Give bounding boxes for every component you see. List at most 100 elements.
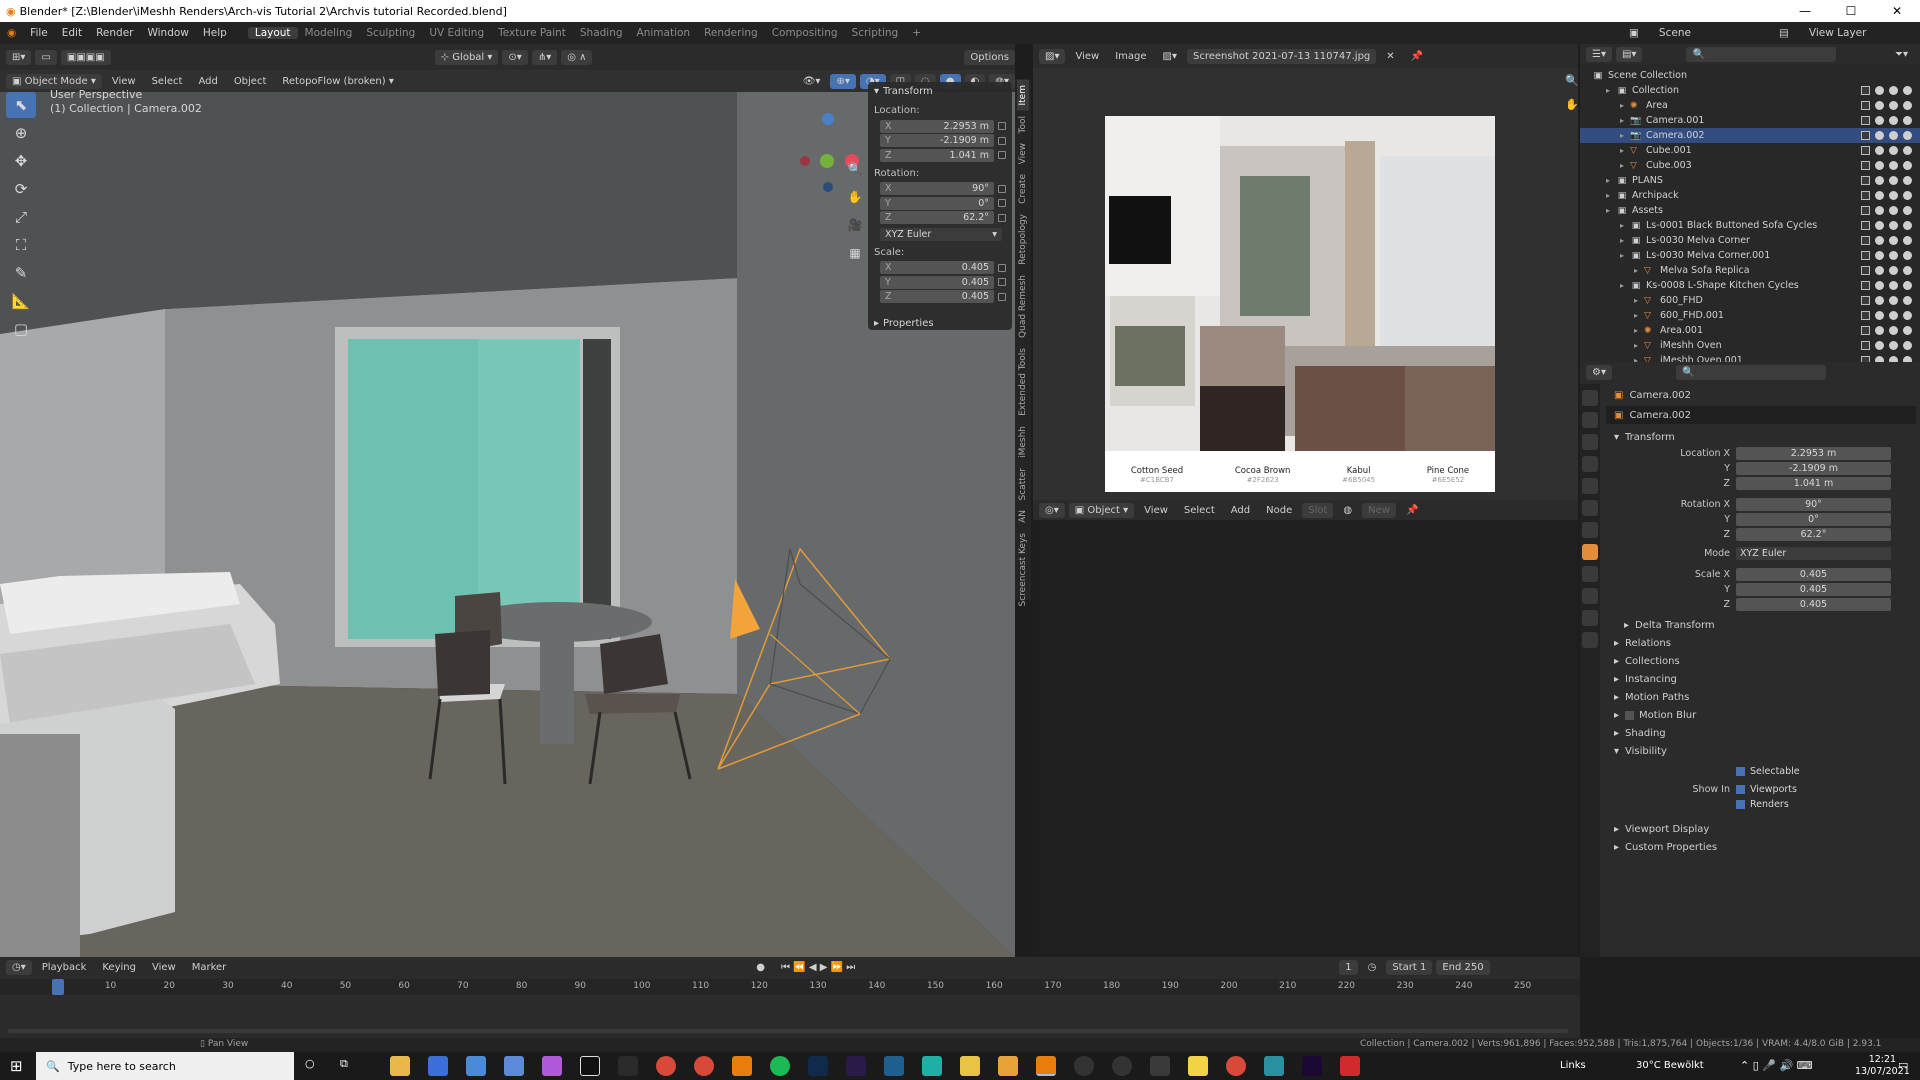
rotation-x-field[interactable]: X 90° (880, 182, 994, 196)
pan-hand-icon[interactable]: ✋ (1565, 98, 1578, 111)
workspace-tab-uv-editing[interactable]: UV Editing (422, 27, 491, 39)
sticky-notes-icon[interactable] (1188, 1056, 1208, 1076)
editor-type-icon[interactable]: ☰▾ (1586, 46, 1612, 62)
location-y-field[interactable]: Y -2.1909 m (880, 134, 994, 148)
app-icon[interactable] (998, 1056, 1018, 1076)
lock-icon[interactable] (998, 122, 1006, 131)
sidebar-tab-tool[interactable]: Tool (1017, 111, 1029, 138)
windows-start-icon[interactable]: ⊞ (10, 1057, 23, 1075)
outliner-row[interactable]: ▸ ▣ Collection (1580, 83, 1920, 98)
lock-icon[interactable] (998, 136, 1006, 145)
calculator-icon[interactable] (466, 1056, 486, 1076)
camera-view-icon[interactable]: 🎥 (840, 212, 870, 238)
workspace-tab-sculpting[interactable]: Sculpting (359, 27, 422, 39)
blender-menu-icon[interactable]: ◉ (0, 27, 23, 39)
expand-arrow-icon[interactable]: ▸ (1634, 341, 1644, 350)
restriction-toggles[interactable] (1861, 101, 1912, 110)
viewports-checkbox[interactable] (1736, 785, 1745, 794)
links-toolbar[interactable]: Links (1560, 1060, 1586, 1071)
expand-arrow-icon[interactable]: ▸ (1634, 296, 1644, 305)
sidebar-tab-screencast-keys[interactable]: Screencast Keys (1017, 528, 1029, 612)
workspace-tab-compositing[interactable]: Compositing (765, 27, 845, 39)
acrobat-icon[interactable] (1340, 1056, 1360, 1076)
restriction-toggles[interactable] (1861, 176, 1912, 185)
image-menu[interactable]: Image (1109, 49, 1152, 64)
outliner-row[interactable]: ▸ ▣ Archipack (1580, 188, 1920, 203)
notion-icon[interactable] (580, 1056, 600, 1076)
restriction-toggles[interactable] (1861, 341, 1912, 350)
app-icon[interactable] (1264, 1056, 1284, 1076)
chrome-icon[interactable] (1226, 1056, 1246, 1076)
end-frame-field[interactable]: End 250 (1436, 959, 1490, 975)
editor-type-icon[interactable]: ⚙▾ (1586, 364, 1612, 380)
sidebar-tab-scatter[interactable]: Scatter (1017, 463, 1029, 505)
transform-tool-icon[interactable]: ⛶ (6, 232, 36, 258)
snap-toggle[interactable]: ⋔▾ (531, 49, 558, 65)
restriction-toggles[interactable] (1861, 161, 1912, 170)
lock-icon[interactable] (998, 278, 1006, 287)
app-icon[interactable] (884, 1056, 904, 1076)
outliner-row[interactable]: ▸ ▣ Assets (1580, 203, 1920, 218)
record-button[interactable]: ● (750, 960, 771, 975)
shader-type-dropdown[interactable]: ▣ Object ▾ (1068, 502, 1135, 518)
delta-transform-section[interactable]: ▸ Delta Transform (1606, 616, 1916, 634)
rotation-x-input[interactable]: 90° (1736, 498, 1891, 511)
visibility-section[interactable]: ▾ Visibility (1606, 742, 1916, 760)
transform-panel-header[interactable]: ▾ Transform (874, 86, 1006, 97)
restriction-toggles[interactable] (1861, 266, 1912, 275)
zoom-icon[interactable]: 🔍 (1565, 74, 1578, 87)
world-tab-icon[interactable] (1582, 500, 1598, 516)
workspace-tab-layout[interactable]: Layout (247, 27, 298, 39)
app-icon[interactable] (960, 1056, 980, 1076)
close-window-button[interactable]: ✕ (1874, 0, 1920, 22)
notifications-icon[interactable]: ▭ (1898, 1058, 1908, 1071)
view-layer-tab-icon[interactable] (1582, 456, 1598, 472)
workspace-tab-texture-paint[interactable]: Texture Paint (491, 27, 573, 39)
menu-render[interactable]: Render (89, 27, 140, 39)
workspace-tab-animation[interactable]: Animation (630, 27, 698, 39)
scale-y-input[interactable]: 0.405 (1736, 583, 1891, 596)
outliner-row[interactable]: ▸ ▽ Melva Sofa Replica (1580, 263, 1920, 278)
outliner-row[interactable]: ▸ ▣ Ls-0030 Melva Corner (1580, 233, 1920, 248)
expand-arrow-icon[interactable]: ▸ (1620, 236, 1630, 245)
add-cube-tool-icon[interactable]: ▢ (6, 316, 36, 342)
location-x-field[interactable]: X 2.2953 m (880, 119, 994, 133)
app-icon[interactable] (618, 1056, 638, 1076)
minimize-button[interactable]: — (1782, 0, 1828, 22)
current-frame-field[interactable]: 1 (1339, 959, 1358, 975)
image-view-menu[interactable]: View (1069, 49, 1105, 64)
expand-arrow-icon[interactable]: ▸ (1606, 191, 1616, 200)
expand-arrow-icon[interactable]: ▸ (1620, 146, 1630, 155)
outliner-row[interactable]: ▸ ▽ Cube.001 (1580, 143, 1920, 158)
selection-mode-buttons[interactable]: ▣▣▣▣ (60, 49, 111, 65)
properties-search-input[interactable]: 🔍 (1675, 364, 1826, 380)
motion-paths-section[interactable]: ▸ Motion Paths (1606, 688, 1916, 706)
restriction-toggles[interactable] (1861, 86, 1912, 95)
premiere-icon[interactable] (1302, 1056, 1322, 1076)
expand-arrow-icon[interactable]: ▸ (1606, 176, 1616, 185)
selectable-checkbox[interactable] (1736, 767, 1745, 776)
lock-icon[interactable] (998, 263, 1006, 272)
app-icon[interactable] (1150, 1056, 1170, 1076)
location-z-input[interactable]: 1.041 m (1736, 477, 1891, 490)
data-tab-icon[interactable] (1582, 632, 1598, 648)
expand-arrow-icon[interactable]: ▸ (1620, 281, 1630, 290)
collection-tab-icon[interactable] (1582, 522, 1598, 538)
viewport-display-section[interactable]: ▸ Viewport Display (1606, 820, 1916, 838)
pin-icon[interactable]: 📌 (1400, 503, 1424, 518)
node-select-menu[interactable]: Select (1178, 503, 1221, 518)
modifier-tab-icon[interactable] (1582, 566, 1598, 582)
instancing-section[interactable]: ▸ Instancing (1606, 670, 1916, 688)
timeline-ruler[interactable]: 1102030405060708090100110120130140150160… (0, 979, 1580, 995)
restriction-toggles[interactable] (1861, 296, 1912, 305)
scale-x-input[interactable]: 0.405 (1736, 568, 1891, 581)
select-menu[interactable]: Select (146, 74, 189, 89)
annotate-tool-icon[interactable]: ✎ (6, 260, 36, 286)
location-x-input[interactable]: 2.2953 m (1736, 447, 1891, 460)
properties-editor[interactable]: ⚙▾ 🔍 ▣ Camera.002 ▣ Camera.002 ▾ Transform … (1580, 362, 1920, 957)
renders-checkbox[interactable] (1736, 800, 1745, 809)
gizmo-toggle[interactable]: ⊕▾ (830, 73, 856, 89)
restriction-toggles[interactable] (1861, 191, 1912, 200)
workspace-tab-modeling[interactable]: Modeling (298, 27, 360, 39)
menu-window[interactable]: Window (140, 27, 195, 39)
